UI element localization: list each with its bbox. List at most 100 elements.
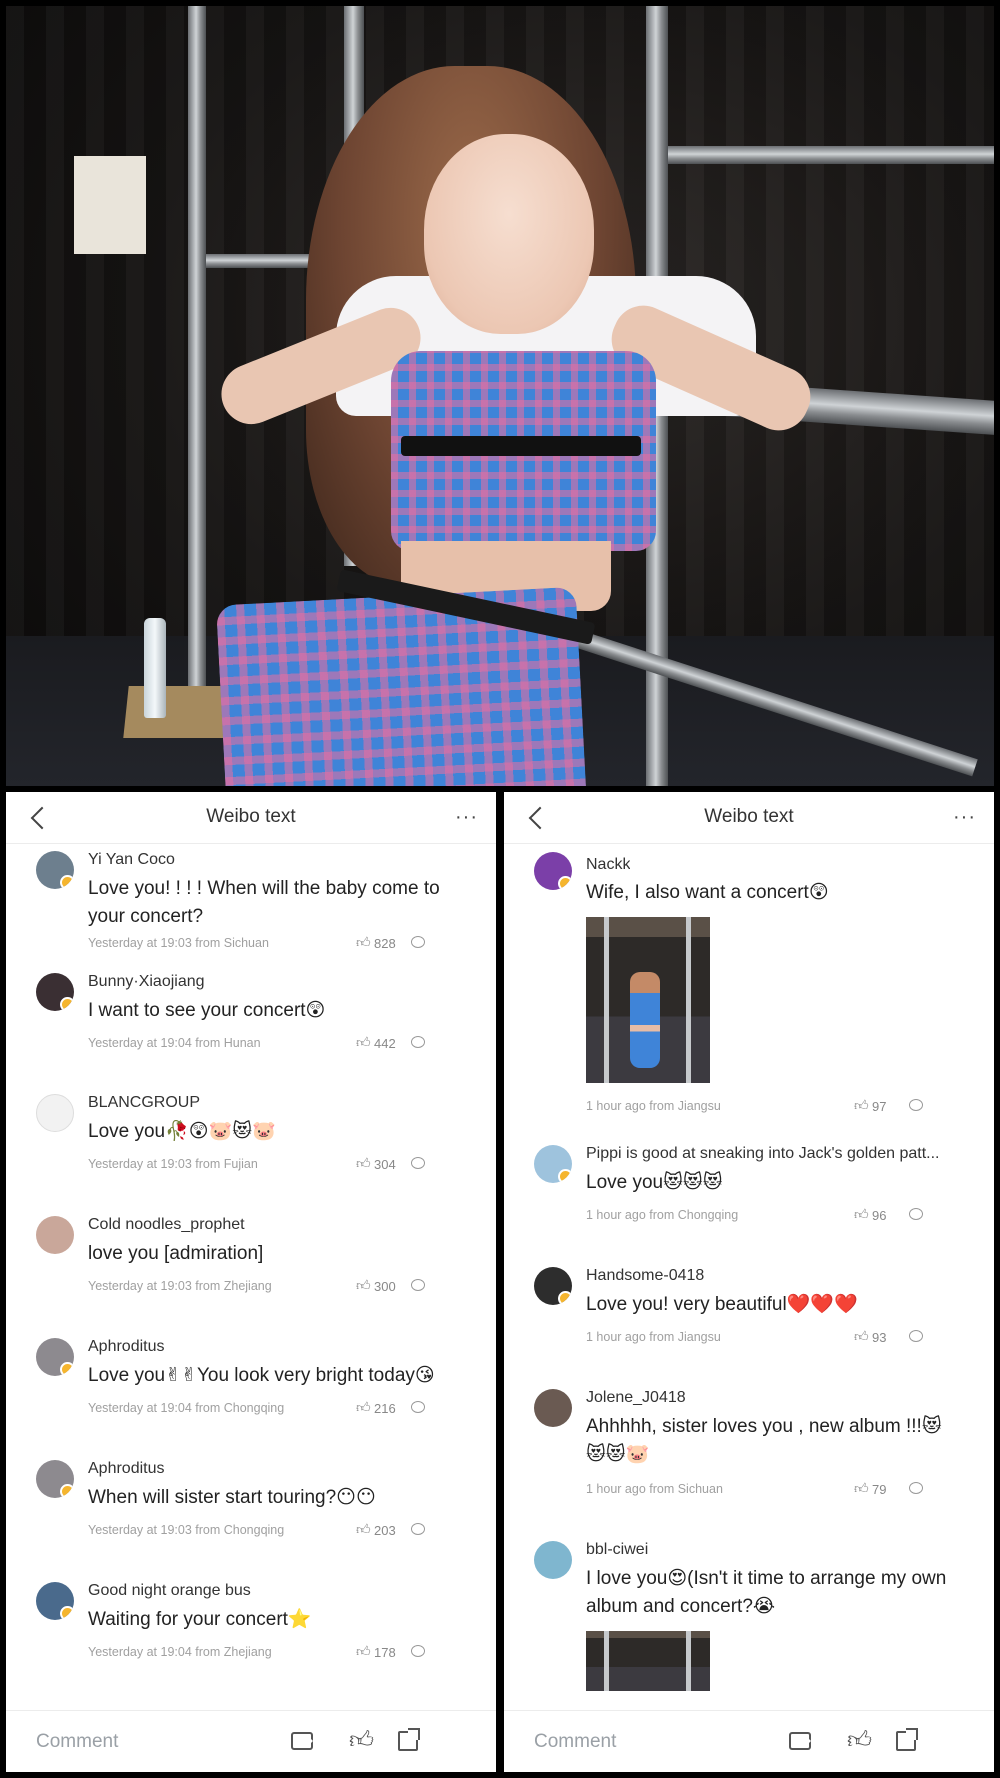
person-figure: [630, 972, 660, 1068]
scaffold-pole: [188, 6, 206, 706]
comment-image[interactable]: [586, 917, 710, 1083]
comment-username[interactable]: bbl-ciwei: [586, 1541, 648, 1559]
comment-username[interactable]: Bunny·Xiaojiang: [88, 973, 205, 991]
avatar[interactable]: [36, 1338, 74, 1376]
reply-bubble-icon[interactable]: [411, 1523, 425, 1535]
comment-text: I love you😍(Isn't it time to arrange my …: [586, 1568, 947, 1617]
thumbs-up-icon[interactable]: 👍︎: [854, 1480, 869, 1497]
scaffold-pole: [604, 1631, 609, 1691]
comment-text: Wife, I also want a concert😲: [586, 882, 829, 903]
comment-username[interactable]: Handsome-0418: [586, 1267, 704, 1285]
comment-username[interactable]: Aphroditus: [88, 1460, 165, 1478]
comment-username[interactable]: Jolene_J0418: [586, 1389, 686, 1407]
thumbs-up-icon[interactable]: 👍︎: [356, 1277, 371, 1294]
like-count: 442: [374, 1036, 396, 1051]
comment-username[interactable]: Nackk: [586, 856, 630, 874]
thumbs-up-icon[interactable]: 👍︎: [356, 1155, 371, 1172]
comment-username[interactable]: Yi Yan Coco: [88, 851, 175, 869]
person-face: [424, 134, 594, 334]
avatar[interactable]: [36, 1216, 74, 1254]
avatar[interactable]: [36, 1094, 74, 1132]
thumbs-up-icon[interactable]: 👍︎: [356, 1399, 371, 1416]
comment-username[interactable]: Pippi is good at sneaking into Jack's go…: [586, 1145, 940, 1163]
top-bar: Weibo text ···: [504, 792, 994, 844]
page-title: Weibo text: [704, 806, 794, 827]
comment-meta: 1 hour ago from Jiangsu: [586, 1099, 721, 1113]
like-count: 178: [374, 1645, 396, 1660]
thumbs-up-icon[interactable]: 👍︎: [854, 1206, 869, 1223]
avatar[interactable]: [36, 1582, 74, 1620]
verified-badge-icon: [558, 1169, 572, 1183]
bottom-action-bar: Comment 👍︎: [504, 1710, 994, 1772]
comment-text: Love you😻😻😻: [586, 1172, 723, 1193]
like-icon[interactable]: 👍︎: [349, 1727, 374, 1755]
reply-bubble-icon[interactable]: [411, 1157, 425, 1169]
avatar[interactable]: [36, 973, 74, 1011]
like-icon[interactable]: 👍︎: [847, 1727, 872, 1755]
avatar[interactable]: [36, 1460, 74, 1498]
comment-meta: Yesterday at 19:03 from Chongqing: [88, 1523, 285, 1537]
avatar[interactable]: [534, 1389, 572, 1427]
comment-image[interactable]: [586, 1631, 710, 1691]
water-bottle: [144, 618, 166, 718]
thumbs-up-icon[interactable]: 👍︎: [356, 1521, 371, 1538]
collage-frame: Weibo text ··· Yi Yan Coco Love you! ! !…: [0, 0, 1000, 1778]
comment-username[interactable]: Good night orange bus: [88, 1582, 251, 1600]
reply-bubble-icon[interactable]: [411, 1036, 425, 1048]
scaffold-pole: [686, 1631, 691, 1691]
reply-bubble-icon[interactable]: [909, 1208, 923, 1220]
more-options-icon[interactable]: ···: [953, 807, 976, 827]
comment-username[interactable]: Cold noodles_prophet: [88, 1216, 245, 1234]
thumbs-up-icon[interactable]: 👍︎: [854, 1328, 869, 1345]
reply-bubble-icon[interactable]: [411, 936, 425, 948]
weibo-comments-panel-right: Weibo text ··· Nackk Wife, I also want a…: [504, 792, 994, 1772]
comment-input[interactable]: Comment: [534, 1731, 616, 1753]
repost-icon[interactable]: [291, 1732, 313, 1750]
comment-meta: Yesterday at 19:03 from Sichuan: [88, 936, 269, 950]
reply-bubble-icon[interactable]: [411, 1645, 425, 1657]
comment-username[interactable]: Aphroditus: [88, 1338, 165, 1356]
thumbs-up-icon[interactable]: 👍︎: [854, 1097, 869, 1114]
reply-bubble-icon[interactable]: [909, 1099, 923, 1111]
thumbs-up-icon[interactable]: 👍︎: [356, 1643, 371, 1660]
reply-bubble-icon[interactable]: [909, 1330, 923, 1342]
comment-text: love you [admiration]: [88, 1243, 264, 1264]
like-count: 216: [374, 1401, 396, 1416]
more-options-icon[interactable]: ···: [455, 807, 478, 827]
avatar[interactable]: [534, 852, 572, 890]
comment-username[interactable]: BLANCGROUP: [88, 1094, 200, 1112]
comment-text: Love you🥀😲🐷😻🐷: [88, 1121, 276, 1142]
bottom-action-bar: Comment 👍︎: [6, 1710, 496, 1772]
reply-bubble-icon[interactable]: [909, 1482, 923, 1494]
thumbs-up-icon[interactable]: 👍︎: [356, 1034, 371, 1051]
comment-meta: 1 hour ago from Sichuan: [586, 1482, 723, 1496]
thumbs-up-icon[interactable]: 👍︎: [356, 934, 371, 951]
avatar[interactable]: [36, 851, 74, 889]
share-icon[interactable]: [398, 1728, 420, 1751]
comment-text: Love you! very beautiful❤️❤️❤️: [586, 1294, 858, 1315]
comment-meta: Yesterday at 19:04 from Chongqing: [88, 1401, 285, 1415]
scaffold-bar: [668, 146, 994, 164]
verified-badge-icon: [558, 876, 572, 890]
avatar[interactable]: [534, 1541, 572, 1579]
verified-badge-icon: [60, 1362, 74, 1376]
like-count: 79: [872, 1482, 887, 1497]
scaffold-pole: [604, 917, 609, 1083]
verified-badge-icon: [60, 997, 74, 1011]
reply-bubble-icon[interactable]: [411, 1401, 425, 1413]
like-count: 93: [872, 1330, 887, 1345]
avatar[interactable]: [534, 1267, 572, 1305]
like-count: 97: [872, 1099, 887, 1114]
repost-icon[interactable]: [789, 1732, 811, 1750]
verified-badge-icon: [558, 1291, 572, 1305]
avatar[interactable]: [534, 1145, 572, 1183]
share-icon[interactable]: [896, 1728, 918, 1751]
comment-text: I want to see your concert😲: [88, 1000, 326, 1021]
comment-input[interactable]: Comment: [36, 1731, 118, 1753]
reply-bubble-icon[interactable]: [411, 1279, 425, 1291]
comment-text: Love you✌✌You look very bright today😘: [88, 1365, 435, 1386]
weibo-comments-panel-left: Weibo text ··· Yi Yan Coco Love you! ! !…: [6, 792, 496, 1772]
comment-meta: Yesterday at 19:03 from Fujian: [88, 1157, 258, 1171]
like-count: 828: [374, 936, 396, 951]
scaffold-pole: [686, 917, 691, 1083]
